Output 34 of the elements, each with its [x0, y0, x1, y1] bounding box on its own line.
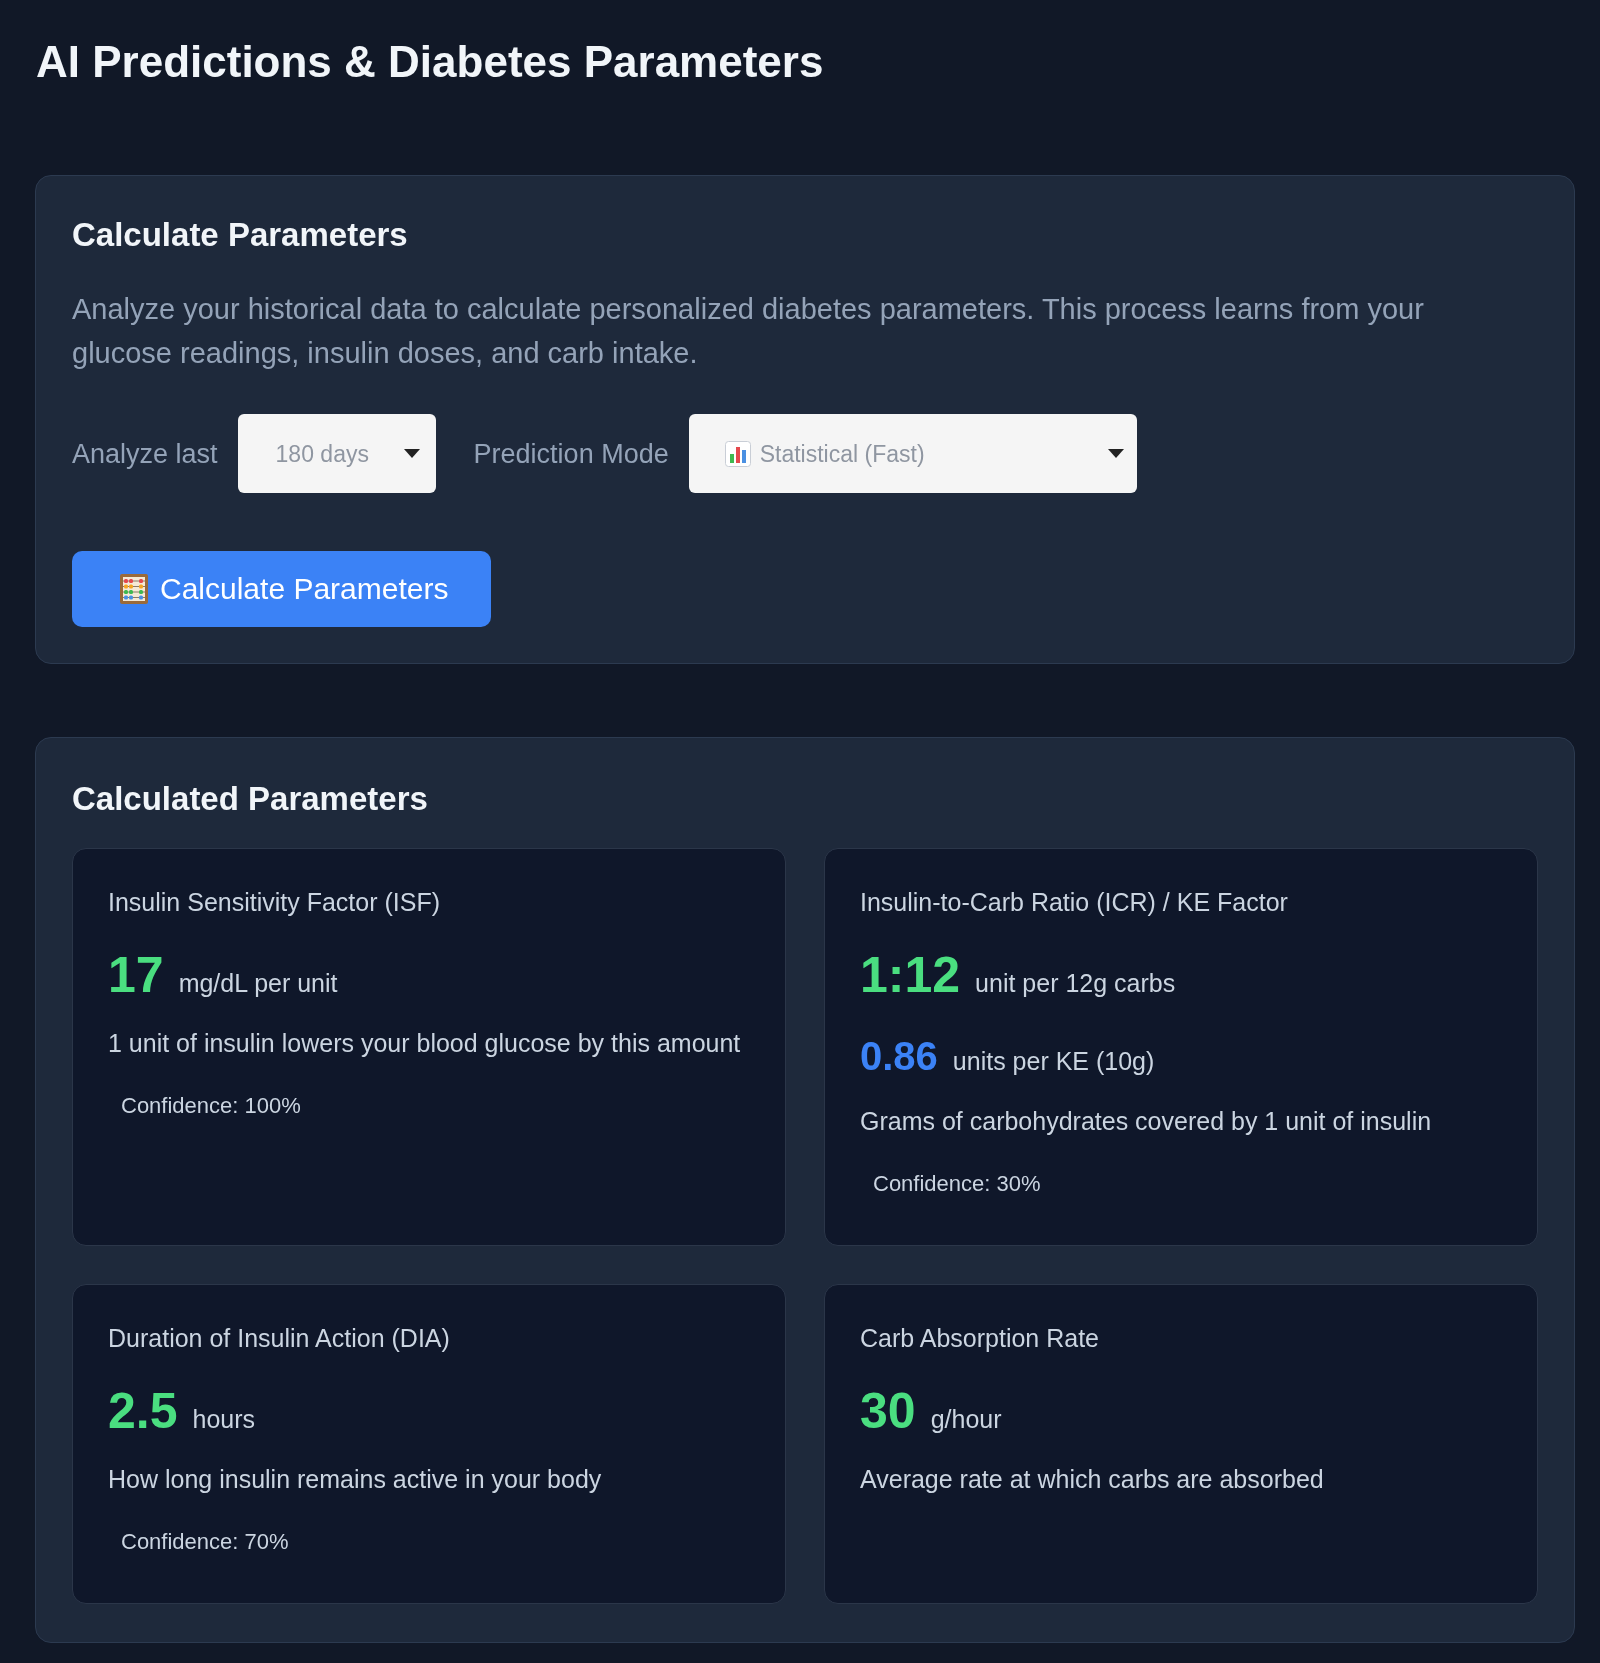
- bar-chart-icon: [724, 440, 751, 467]
- card-title: Carb Absorption Rate: [860, 1323, 1101, 1354]
- confidence-text: Confidence: 70%: [120, 1528, 290, 1556]
- field-label: Prediction Mode: [473, 437, 669, 471]
- card-description: Average rate at which carbs are absorbed: [860, 1464, 1325, 1495]
- card-description: Grams of carbohydrates covered by 1 unit of insulin: [860, 1106, 1433, 1137]
- panel-title: Calculate Parameters: [72, 215, 408, 255]
- calculate-button[interactable]: Calculate Parameters: [72, 551, 491, 627]
- value-unit: g/hour: [930, 1404, 1002, 1435]
- parameter-value: 0.86: [860, 1033, 938, 1080]
- field-label: Analyze last: [72, 437, 218, 471]
- period-select[interactable]: 180 days: [237, 414, 436, 493]
- card-title: Insulin-to-Carb Ratio (ICR) / KE Factor: [860, 887, 1289, 918]
- parameter-value: 1:12: [860, 946, 961, 1005]
- abacus-icon: [120, 574, 148, 604]
- parameter-value: 30: [860, 1382, 916, 1441]
- value-unit: mg/dL per unit: [178, 968, 338, 999]
- panel-title: Calculated Parameters: [72, 779, 428, 819]
- value-unit: hours: [192, 1404, 256, 1435]
- card-description: 1 unit of insulin lowers your blood glucose by this amount: [108, 1028, 742, 1059]
- card-description: How long insulin remains active in your body: [108, 1464, 603, 1495]
- card-title: Insulin Sensitivity Factor (ISF): [108, 887, 442, 918]
- value-unit: unit per 12g carbs: [975, 968, 1176, 999]
- parameter-value: 2.5: [108, 1382, 178, 1441]
- caret-icon: [1107, 449, 1124, 458]
- value-unit: units per KE (10g): [952, 1046, 1155, 1077]
- caret-icon: [403, 449, 420, 458]
- confidence-text: Confidence: 30%: [872, 1170, 1042, 1198]
- card-title: Duration of Insulin Action (DIA): [108, 1323, 451, 1354]
- parameter-value: 17: [108, 946, 164, 1005]
- page-title: AI Predictions & Diabetes Parameters: [36, 36, 824, 88]
- panel-description: Analyze your historical data to calculate personalized diabetes parameters. This process learns from your glucose readings, insulin doses, and carb intake.: [72, 292, 1425, 371]
- prediction-mode-select[interactable]: Statistical (Fast): [688, 414, 1137, 493]
- confidence-text: Confidence: 100%: [120, 1092, 302, 1120]
